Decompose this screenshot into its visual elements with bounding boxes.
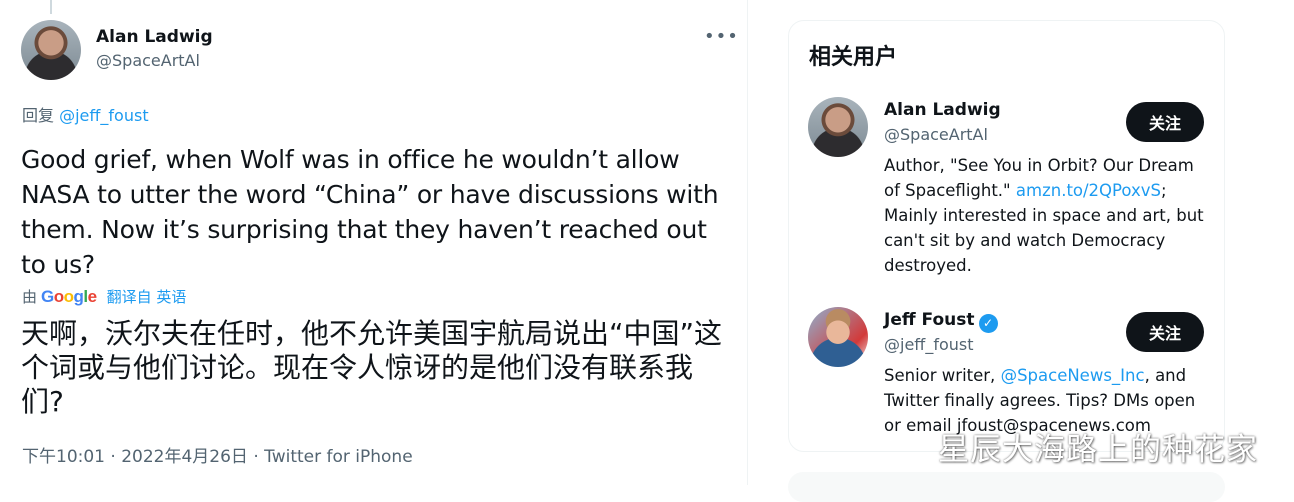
user-name[interactable]: Jeff Foust (884, 310, 975, 330)
follow-button[interactable]: 关注 (1126, 312, 1204, 352)
tweet-detail: Alan Ladwig @SpaceArtAl ••• 回复 @jeff_fou… (0, 0, 748, 485)
user-name[interactable]: Alan Ladwig (884, 100, 1001, 120)
translate-source-link[interactable]: 翻译自 英语 (107, 286, 187, 307)
google-logo: Google (41, 286, 97, 306)
bio-text: Senior writer, (884, 366, 1001, 385)
bio-link[interactable]: @SpaceNews_Inc (1001, 366, 1145, 385)
translation-attribution: 由 Google 翻译自 英语 (22, 286, 186, 307)
reply-prefix: 回复 (22, 106, 55, 125)
next-card-edge (788, 472, 1225, 502)
user-name-row[interactable]: Jeff Foust ✓ (884, 310, 998, 333)
thread-line (50, 0, 52, 14)
user-bio: Senior writer, @SpaceNews_Inc, and Twitt… (884, 363, 1214, 438)
translated-text: 天啊，沃尔夫在任时，他不允许美国宇航局说出“中国”这个词或与他们讨论。现在令人惊… (21, 317, 723, 418)
author-avatar[interactable] (21, 20, 81, 80)
user-bio: Author, "See You in Orbit? Our Dream of … (884, 153, 1214, 278)
author-name[interactable]: Alan Ladwig (96, 27, 213, 47)
reply-context: 回复 @jeff_foust (22, 102, 149, 126)
user-handle[interactable]: @jeff_foust (884, 335, 973, 354)
user-avatar[interactable] (808, 307, 868, 367)
tweet-text: Good grief, when Wolf was in office he w… (21, 145, 719, 279)
user-handle[interactable]: @SpaceArtAl (884, 125, 988, 144)
reply-handle-link[interactable]: @jeff_foust (59, 106, 148, 125)
related-users-card: 相关用户 Alan Ladwig @SpaceArtAl 关注 Author, … (788, 20, 1225, 452)
bio-link[interactable]: amzn.to/2QPoxvS (1016, 181, 1161, 200)
card-title: 相关用户 (809, 45, 898, 70)
follow-button[interactable]: 关注 (1126, 102, 1204, 142)
tweet-meta[interactable]: 下午10:01 · 2022年4月26日 · Twitter for iPhon… (22, 442, 413, 467)
user-avatar[interactable] (808, 97, 868, 157)
translated-by-prefix: 由 (22, 288, 38, 306)
author-handle[interactable]: @SpaceArtAl (96, 51, 200, 70)
verified-badge-icon: ✓ (978, 314, 998, 333)
more-options-icon[interactable]: ••• (704, 26, 739, 47)
